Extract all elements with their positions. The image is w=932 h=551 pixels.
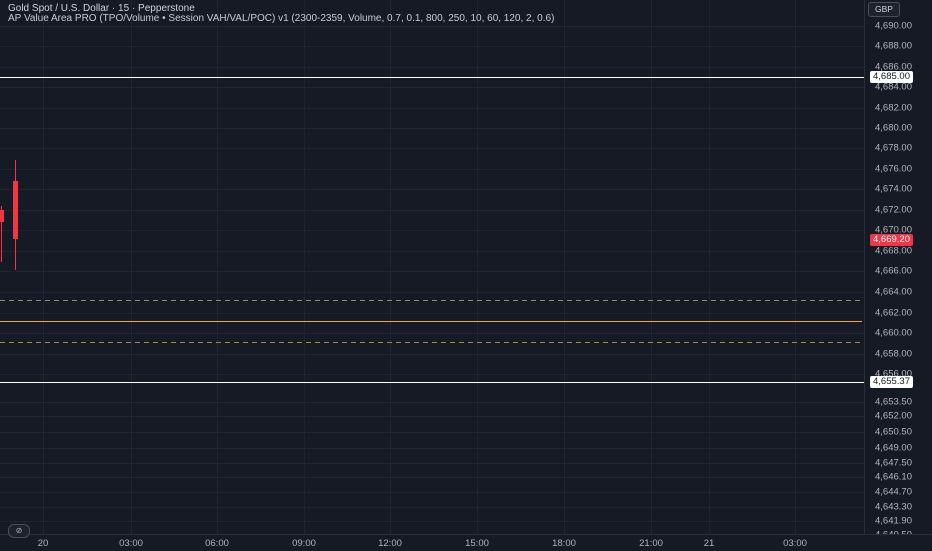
grid-line-horizontal xyxy=(0,333,864,334)
price-axis-label: 4,653.50 xyxy=(875,396,912,408)
price-axis-label: 4,641.90 xyxy=(875,515,912,527)
grid-line-horizontal xyxy=(0,46,864,47)
grid-line-horizontal xyxy=(0,416,864,417)
time-axis-label: 12:00 xyxy=(378,538,402,549)
grid-line-horizontal xyxy=(0,108,864,109)
price-axis-label: 4,664.00 xyxy=(875,286,912,298)
time-axis-label: 21:00 xyxy=(639,538,663,549)
candle-body xyxy=(13,181,18,239)
grid-line-horizontal xyxy=(0,271,864,272)
grid-line-horizontal xyxy=(0,402,864,403)
price-axis-label: 4,682.00 xyxy=(875,102,912,114)
tradingview-logo-icon[interactable]: ⊘ xyxy=(8,524,30,538)
grid-line-horizontal xyxy=(0,432,864,433)
poc-line xyxy=(0,321,862,322)
price-axis-label: 4,644.70 xyxy=(875,486,912,498)
grid-line-horizontal xyxy=(0,67,864,68)
grid-line-horizontal xyxy=(0,169,864,170)
price-axis-label: 4,684.00 xyxy=(875,81,912,93)
grid-line-horizontal xyxy=(0,292,864,293)
value-area-low-dashed-line xyxy=(0,342,864,343)
price-axis-label: 4,643.30 xyxy=(875,501,912,513)
grid-line-horizontal xyxy=(0,128,864,129)
val-session-line xyxy=(0,382,864,383)
price-axis-label: 4,690.00 xyxy=(875,20,912,32)
indicator-title[interactable]: AP Value Area PRO (TPO/Volume • Session … xyxy=(8,13,554,24)
grid-line-horizontal xyxy=(0,210,864,211)
grid-line-horizontal xyxy=(0,354,864,355)
grid-line-vertical xyxy=(709,0,710,534)
time-axis-label: 03:00 xyxy=(119,538,143,549)
grid-line-horizontal xyxy=(0,492,864,493)
candle-body xyxy=(0,210,4,222)
grid-line-horizontal xyxy=(0,148,864,149)
grid-line-vertical xyxy=(131,0,132,534)
grid-line-horizontal xyxy=(0,507,864,508)
price-tag-upper: 4,685.00 xyxy=(870,71,913,83)
grid-line-vertical xyxy=(304,0,305,534)
grid-line-horizontal xyxy=(0,521,864,522)
price-axis-label: 4,676.00 xyxy=(875,163,912,175)
time-axis-label: 21 xyxy=(703,538,715,549)
price-axis-label: 4,680.00 xyxy=(875,122,912,134)
price-axis-label: 4,688.00 xyxy=(875,40,912,52)
grid-line-horizontal xyxy=(0,374,864,375)
grid-line-horizontal xyxy=(0,477,864,478)
price-axis-label: 4,672.00 xyxy=(875,204,912,216)
price-axis-label: 4,678.00 xyxy=(875,142,912,154)
grid-line-vertical xyxy=(564,0,565,534)
grid-line-horizontal xyxy=(0,251,864,252)
chart-pane[interactable]: Gold Spot / U.S. Dollar · 15 · Peppersto… xyxy=(0,0,864,534)
grid-line-horizontal xyxy=(0,230,864,231)
price-axis-label: 4,650.50 xyxy=(875,426,912,438)
price-axis-label: 4,649.00 xyxy=(875,442,912,454)
time-axis-label: 09:00 xyxy=(292,538,316,549)
price-axis-label: 4,660.00 xyxy=(875,327,912,339)
time-axis-label: 15:00 xyxy=(465,538,489,549)
grid-line-horizontal xyxy=(0,189,864,190)
price-axis-label: 4,674.00 xyxy=(875,183,912,195)
price-axis-label: 4,668.00 xyxy=(875,245,912,257)
grid-line-vertical xyxy=(477,0,478,534)
grid-line-vertical xyxy=(43,0,44,534)
time-axis-label: 20 xyxy=(37,538,49,549)
grid-line-horizontal xyxy=(0,448,864,449)
price-axis-label: 4,666.00 xyxy=(875,265,912,277)
price-axis-label: 4,647.50 xyxy=(875,457,912,469)
time-axis-label: 18:00 xyxy=(552,538,576,549)
time-axis-label: 06:00 xyxy=(205,538,229,549)
price-tag-current: 4,669.20 xyxy=(870,234,913,246)
price-axis-label: 4,652.00 xyxy=(875,410,912,422)
grid-line-horizontal xyxy=(0,26,864,27)
value-area-high-dashed-line xyxy=(0,300,864,301)
grid-line-vertical xyxy=(390,0,391,534)
grid-line-vertical xyxy=(651,0,652,534)
time-axis-label: 03:00 xyxy=(783,538,807,549)
grid-line-vertical xyxy=(217,0,218,534)
grid-line-horizontal xyxy=(0,87,864,88)
price-axis-label: 4,658.00 xyxy=(875,348,912,360)
price-axis-label: 4,662.00 xyxy=(875,307,912,319)
price-axis-label: 4,646.10 xyxy=(875,471,912,483)
grid-line-vertical xyxy=(795,0,796,534)
grid-line-horizontal xyxy=(0,313,864,314)
price-tag-lower: 4,655.37 xyxy=(870,376,913,388)
currency-button[interactable]: GBP xyxy=(868,2,900,17)
grid-line-horizontal xyxy=(0,463,864,464)
vah-session-line xyxy=(0,77,864,78)
